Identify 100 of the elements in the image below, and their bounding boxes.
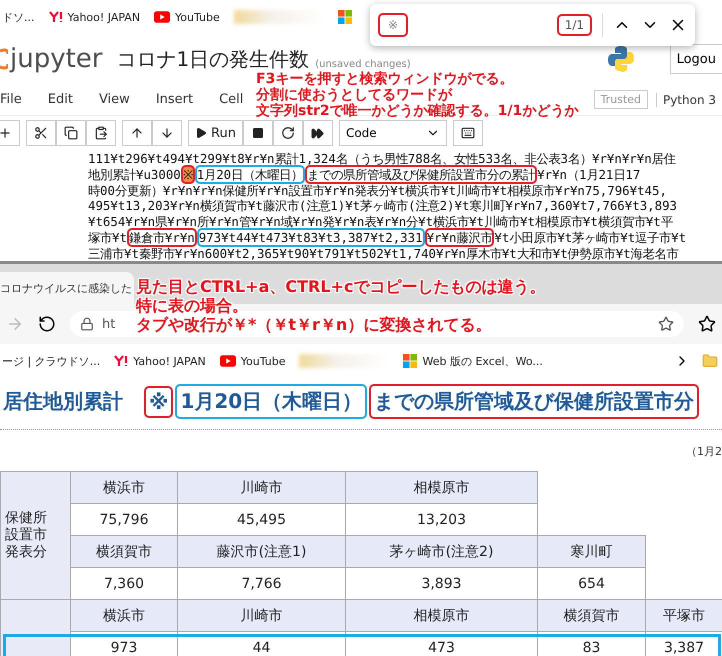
play-logo-icon (220, 355, 236, 367)
orbit-icon (0, 48, 8, 70)
paste-icon (94, 126, 108, 140)
keyboard-icon (460, 126, 475, 140)
bookmark-link[interactable]: ドソ... (2, 10, 34, 24)
lock-icon (80, 317, 94, 331)
move-down-button[interactable] (152, 120, 182, 146)
table-cell: 3,893 (346, 568, 538, 600)
update-note: （1月2 (686, 444, 722, 460)
heading-text: までの県所管域及び保健所設置市分 (369, 384, 700, 419)
column-header: 横浜市 (70, 472, 178, 504)
output-text: 鎌倉市¥r¥n (126, 228, 197, 247)
bookmark-link[interactable]: YouTube (220, 354, 286, 368)
kernel-name[interactable]: Python 3 (656, 92, 722, 106)
fast-forward-icon (311, 126, 324, 140)
find-query: ※ (378, 13, 408, 37)
reload-icon (38, 315, 56, 333)
find-input[interactable]: ※ (378, 10, 547, 40)
heading-text: 1月20日（木曜日） (175, 384, 368, 419)
browser-tab[interactable]: コロナウイルスに感染した (0, 272, 134, 304)
table-cell: 7,360 (70, 568, 178, 600)
column-header: 横須賀市 (538, 600, 646, 632)
run-all-button[interactable] (302, 120, 333, 146)
folder-icon (702, 353, 718, 369)
python-logo-icon (606, 44, 636, 74)
annotation-text: 見た目とCTRL+a、CTRL+cでコピーしたものは違う。 (136, 277, 546, 296)
copy-icon (64, 126, 78, 140)
output-text: 三浦市¥t秦野市¥r¥n600¥t2,365¥t90¥t791¥t502¥t1,740¥r¥n厚木市¥t大和市¥t伊勢原市¥t海老名市 (88, 246, 679, 261)
output-text: 塚市¥t (88, 230, 127, 245)
output-text: 地別累計¥u3000 (88, 166, 181, 182)
column-header: 寒川町 (538, 536, 646, 568)
annotation-text: 分割に使おうとしてるワードが (256, 87, 452, 103)
notebook-title[interactable]: コロナ1日の発生件数 (116, 46, 310, 72)
menu-item[interactable]: View (86, 92, 143, 107)
keyboard-button[interactable] (452, 120, 483, 146)
row-group-header: 保健所 設置市 発表分 (0, 472, 70, 600)
cell-type-select[interactable]: Code (338, 120, 447, 146)
favorite-star-icon (658, 316, 674, 332)
restart-button[interactable] (272, 120, 303, 146)
logo-icon (114, 355, 128, 367)
paste-button[interactable] (86, 120, 116, 146)
output-text: ¥t654¥r¥n県¥r¥n所¥r¥n管¥r¥n域¥r¥n発¥r¥n表¥r¥n分¥t横浜市¥t川崎市¥t相模原市¥t横須賀市¥t平 (88, 214, 673, 230)
bookmark-link[interactable]: Yahoo! JAPAN (114, 354, 206, 368)
column-header: 川崎市 (178, 472, 346, 504)
logout-button[interactable]: Logou (670, 44, 722, 74)
column-header: 茅ヶ崎市(注意2) (346, 536, 538, 568)
match-count: 1/1 (556, 14, 592, 36)
plus-icon (0, 126, 12, 140)
run-button[interactable]: Run (188, 120, 243, 146)
favorites-icon (698, 315, 716, 333)
move-up-button[interactable] (122, 120, 152, 146)
copy-button[interactable] (56, 120, 86, 146)
heading-text: 居住地別累計 (2, 388, 124, 415)
table-cell: 13,203 (346, 504, 538, 536)
heading-text: ※ (144, 386, 174, 418)
play-logo-icon (154, 11, 170, 23)
column-header: 川崎市 (178, 600, 346, 632)
table-cell: 83 (538, 632, 646, 656)
output-text: 1月20日（木曜日） (194, 164, 306, 184)
play-icon (195, 127, 207, 139)
bookmark-link[interactable]: Web 版の Excel、Wo... (403, 354, 543, 368)
table-cell: 45,495 (178, 504, 346, 536)
output-text: 495¥t13,203¥r¥n横須賀市¥t藤沢市(注意1)¥t茅ヶ崎市(注意2)¥t寒川町¥r¥n7,360¥t7,766¥t3,893 (88, 198, 677, 214)
output-text: 111¥t296¥t494¥t299¥t8¥r¥n累計1,324名（うち男性788名、女性533名、非公表3名）¥r¥n¥r¥n居住 (88, 151, 676, 166)
windows-logo-icon (338, 10, 352, 24)
down-arrow-icon (160, 126, 174, 140)
column-header: 横浜市 (70, 600, 178, 632)
logo-icon (48, 11, 62, 23)
bookmark-link[interactable]: Yahoo! JAPAN (48, 10, 140, 24)
jupyter-logo[interactable]: jupyter (0, 44, 102, 74)
output-text: 時00分更新）¥r¥n¥r¥n保健所¥r¥n設置市¥r¥n発表分¥t横浜市¥t川崎市¥t相模原市¥r¥n75,796¥t45, (88, 182, 667, 198)
forward-icon (6, 315, 24, 333)
cut-button[interactable] (26, 120, 56, 146)
table-cell: 473 (346, 632, 538, 656)
output-text: ※ (180, 164, 195, 184)
bookmark-link[interactable]: ージ | クラウドソ... (2, 354, 100, 368)
table-cell: 7,766 (178, 568, 346, 600)
table-cell: 654 (538, 568, 646, 600)
column-header: 藤沢市(注意1) (178, 536, 346, 568)
row-group-header (0, 600, 70, 656)
output-text: 973¥t44¥t473¥t83¥t3,387¥t2,331 (196, 228, 425, 247)
stop-icon (252, 127, 264, 139)
menu-item[interactable]: File (0, 92, 35, 107)
menu-item[interactable]: Edit (34, 92, 86, 107)
column-header: 横須賀市 (70, 536, 178, 568)
output-text: までの県所管域及び保健所設置市分の累計 (305, 164, 538, 184)
table-cell: 75,796 (70, 504, 178, 536)
annotation-text: 文字列str2で唯一かどうか確認する。1/1かどうか (256, 103, 578, 119)
table-cell: 973 (70, 632, 178, 656)
url-text: ht (102, 316, 116, 332)
menu-item[interactable]: Insert (142, 92, 206, 107)
menu-item[interactable]: Cell (206, 92, 256, 107)
output-text: ¥r¥n（1月21日17 (537, 166, 640, 182)
column-header: 平塚市 (646, 600, 722, 632)
column-header: 相模原市 (346, 600, 538, 632)
save-status: (unsaved changes) (315, 59, 411, 70)
table-cell: 3,387 (646, 632, 722, 656)
annotation-text: タブや改行が￥*（￥t￥r￥n）に変換されてる。 (136, 315, 492, 334)
bookmark-link[interactable]: YouTube (154, 10, 220, 24)
stop-button[interactable] (242, 120, 273, 146)
